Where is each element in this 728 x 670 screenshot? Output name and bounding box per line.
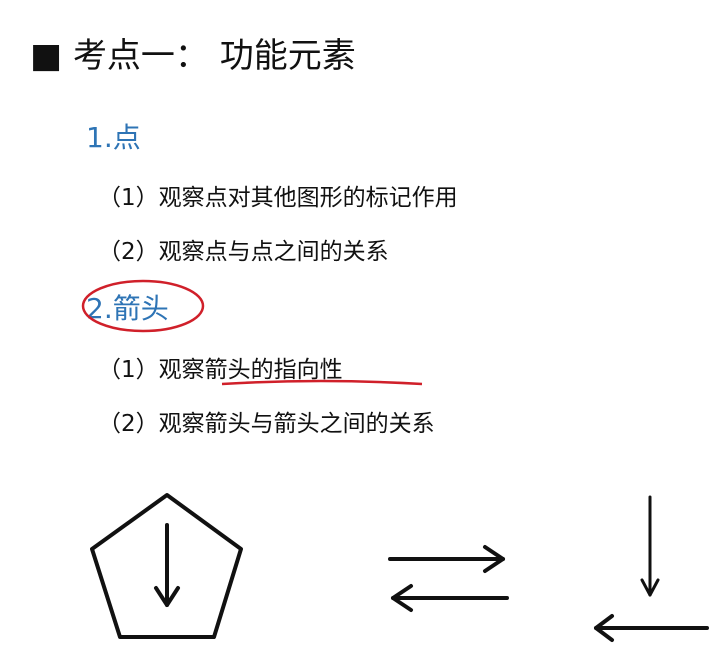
red-circle-annotation [81, 279, 205, 333]
down-arrow-icon [640, 495, 660, 597]
left-arrow-icon [391, 584, 509, 612]
red-underline-annotation [221, 379, 423, 386]
right-arrow-icon [388, 545, 505, 573]
down-arrow-icon [154, 523, 180, 607]
left-arrow-icon [594, 614, 709, 642]
figure-layer [81, 279, 709, 642]
